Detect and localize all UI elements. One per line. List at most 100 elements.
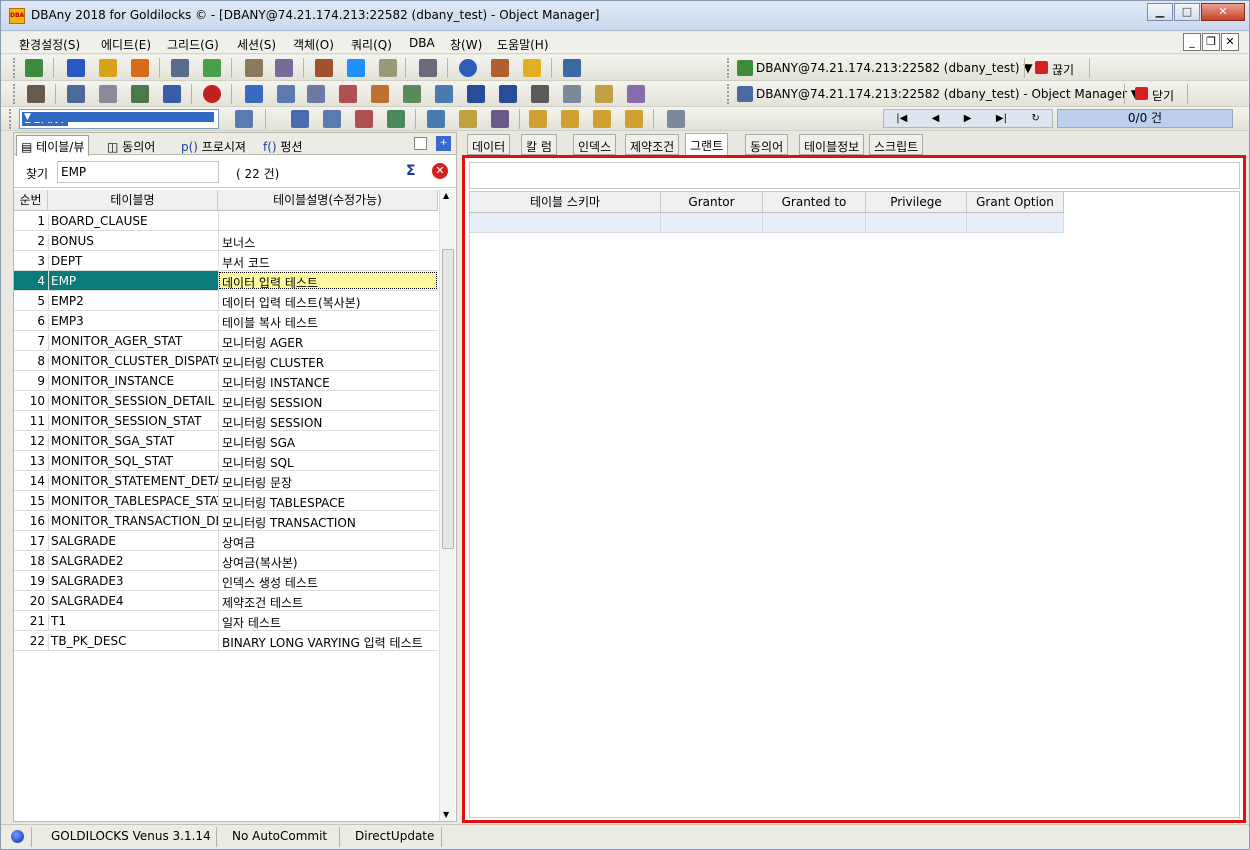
menu-grid[interactable]: 그리드(G) — [167, 36, 219, 53]
grid-cell[interactable] — [866, 213, 967, 233]
tab-indexes[interactable]: 인덱스 — [573, 134, 617, 155]
compare-icon[interactable] — [627, 85, 645, 103]
search-icon[interactable] — [595, 85, 613, 103]
view-add-icon[interactable] — [323, 110, 341, 128]
list-scrollbar[interactable]: ▲ ▼ — [439, 189, 455, 821]
maximize-button[interactable]: □ — [1174, 3, 1200, 21]
table-description-cell[interactable]: 데이터 입력 테스트 — [218, 271, 438, 290]
table-row[interactable]: 15 MONITOR_TABLESPACE_STAT 모니터링 TABLESPACE — [14, 491, 438, 511]
view-delete-icon[interactable] — [355, 110, 373, 128]
option-checkbox[interactable] — [414, 137, 427, 150]
tab-tables[interactable]: ▤ 테이블/뷰 — [16, 135, 90, 156]
last-record-icon[interactable]: ▶| — [996, 113, 1007, 124]
doc-copy-icon[interactable] — [529, 110, 547, 128]
table-row[interactable]: 9 MONITOR_INSTANCE 모니터링 INSTANCE — [14, 371, 438, 391]
table-description-cell[interactable] — [218, 211, 438, 230]
tab-columns[interactable]: 칼 럼 — [521, 134, 557, 155]
table-description-cell[interactable]: 모니터링 SESSION — [218, 411, 438, 430]
table-row[interactable]: 7 MONITOR_AGER_STAT 모니터링 AGER — [14, 331, 438, 351]
view-icon[interactable] — [291, 110, 309, 128]
options-icon[interactable] — [667, 110, 685, 128]
tab-functions[interactable]: f() 펑션 — [258, 135, 308, 155]
schema-icon[interactable] — [27, 85, 45, 103]
document-icon[interactable] — [99, 85, 117, 103]
tab-synonyms-detail[interactable]: 동의어 — [745, 134, 789, 155]
upload-icon[interactable] — [99, 59, 117, 77]
table-description-cell[interactable]: 데이터 입력 테스트(복사본) — [218, 291, 438, 310]
table-row[interactable]: 2 BONUS 보너스 — [14, 231, 438, 251]
tab-procedures[interactable]: p() 프로시져 — [176, 135, 251, 155]
col-header-schema[interactable]: 테이블 스키마 — [470, 192, 661, 213]
view-refresh-icon[interactable] — [387, 110, 405, 128]
table-row[interactable]: 14 MONITOR_STATEMENT_DETAIL 모니터링 문장 — [14, 471, 438, 491]
next-record-icon[interactable]: ▶ — [964, 113, 972, 124]
doc-import-icon[interactable] — [625, 110, 643, 128]
help-icon[interactable] — [459, 59, 477, 77]
table-row[interactable]: 13 MONITOR_SQL_STAT 모니터링 SQL — [14, 451, 438, 471]
table-export-icon[interactable] — [371, 85, 389, 103]
scroll-up-icon[interactable]: ▲ — [443, 191, 449, 200]
minimize-button[interactable]: ▁ — [1147, 3, 1173, 21]
table-add-icon[interactable] — [277, 85, 295, 103]
tab-synonyms[interactable]: ◫ 동의어 — [102, 135, 160, 155]
disconnect-button[interactable]: 끊기 — [1052, 61, 1074, 78]
tab-constraints[interactable]: 제약조건 — [625, 134, 680, 155]
close-window-button[interactable]: ✕ — [1201, 3, 1245, 21]
tab-data[interactable]: 데이터 — [467, 134, 511, 155]
prev-record-icon[interactable]: ◀ — [932, 113, 940, 124]
table-row[interactable]: 19 SALGRADE3 인덱스 생성 테스트 — [14, 571, 438, 591]
scroll-down-icon[interactable]: ▼ — [443, 810, 449, 819]
table-description-cell[interactable]: 인덱스 생성 테스트 — [218, 571, 438, 590]
table-description-cell[interactable]: 모니터링 SESSION — [218, 391, 438, 410]
sum-icon[interactable] — [467, 85, 485, 103]
table-row[interactable]: 4 EMP 데이터 입력 테스트 — [14, 271, 438, 291]
scroll-thumb[interactable] — [442, 249, 454, 549]
paste-icon[interactable] — [459, 110, 477, 128]
copy-icon[interactable] — [427, 110, 445, 128]
grid-cell[interactable] — [967, 213, 1064, 233]
table-row[interactable]: 17 SALGRADE 상여금 — [14, 531, 438, 551]
table-edit-icon[interactable] — [307, 85, 325, 103]
table-description-cell[interactable]: 모니터링 TRANSACTION — [218, 511, 438, 530]
refresh-icon[interactable]: ↻ — [1031, 113, 1039, 124]
table-description-cell[interactable]: 모니터링 TABLESPACE — [218, 491, 438, 510]
mdi-close-button[interactable]: ✕ — [1221, 33, 1239, 51]
col-header-table-name[interactable]: 테이블명 — [48, 190, 218, 211]
grid-cell[interactable] — [470, 213, 661, 233]
binoculars-icon[interactable] — [419, 59, 437, 77]
menu-object[interactable]: 객체(O) — [293, 36, 334, 53]
tab-table-info[interactable]: 테이블정보 — [799, 134, 865, 155]
menu-dba[interactable]: DBA — [409, 36, 435, 50]
table-row[interactable]: 20 SALGRADE4 제약조건 테스트 — [14, 591, 438, 611]
table-description-cell[interactable]: 모니터링 CLUSTER — [218, 351, 438, 370]
grid-cell[interactable] — [763, 213, 866, 233]
close-button[interactable]: 닫기 — [1152, 87, 1174, 104]
filter-icon[interactable] — [563, 85, 581, 103]
table-row[interactable]: 5 EMP2 데이터 입력 테스트(복사본) — [14, 291, 438, 311]
settings-icon[interactable] — [275, 59, 293, 77]
connect-icon[interactable] — [25, 59, 43, 77]
table-row[interactable]: 11 MONITOR_SESSION_STAT 모니터링 SESSION — [14, 411, 438, 431]
menu-settings[interactable]: 환경설정(S) — [19, 36, 80, 53]
mdi-minimize-button[interactable]: _ — [1183, 33, 1201, 51]
table-refresh-icon[interactable] — [435, 85, 453, 103]
col-header-grant-option[interactable]: Grant Option — [967, 192, 1064, 213]
dba-icon[interactable] — [523, 59, 541, 77]
table-row[interactable]: 12 MONITOR_SGA_STAT 모니터링 SGA — [14, 431, 438, 451]
table-description-cell[interactable]: 모니터링 INSTANCE — [218, 371, 438, 390]
table-description-cell[interactable]: 보너스 — [218, 231, 438, 250]
monitor-icon[interactable] — [347, 59, 365, 77]
spreadsheet-icon[interactable] — [203, 59, 221, 77]
sigma-icon[interactable] — [499, 85, 517, 103]
table-row[interactable]: 16MONITOR_TRANSACTION_DETAIL모니터링 TRANSAC… — [14, 511, 438, 531]
download-icon[interactable] — [131, 59, 149, 77]
connection-selector[interactable]: DBANY@74.21.174.213:22582 (dbany_test) ▼ — [756, 61, 1033, 75]
menu-query[interactable]: 쿼리(Q) — [351, 36, 392, 53]
col-header-granted-to[interactable]: Granted to — [763, 192, 866, 213]
table-description-cell[interactable]: 제약조건 테스트 — [218, 591, 438, 610]
tools-icon[interactable] — [245, 59, 263, 77]
table-row[interactable]: 22 TB_PK_DESC BINARY LONG VARYING 입력 테스트 — [14, 631, 438, 651]
exit-icon[interactable] — [563, 59, 581, 77]
report-icon[interactable] — [379, 59, 397, 77]
table-description-cell[interactable]: 모니터링 SGA — [218, 431, 438, 450]
